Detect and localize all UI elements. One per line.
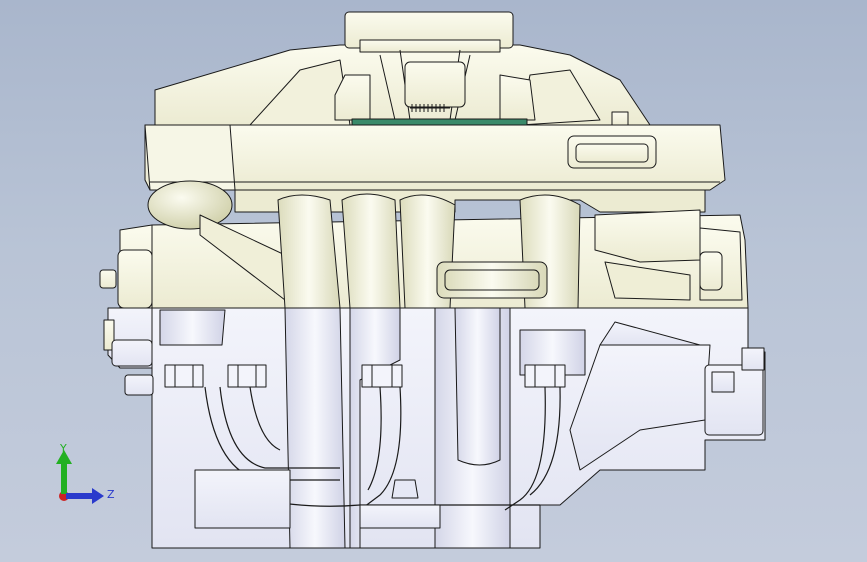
- bottom-flange: [194, 469, 291, 529]
- z-axis-arrow: [66, 488, 104, 504]
- cad-model[interactable]: [0, 0, 867, 562]
- graphics-viewport[interactable]: Y Z: [0, 0, 867, 562]
- y-axis-arrow: [56, 450, 72, 494]
- y-axis-label: Y: [59, 442, 67, 455]
- z-axis-label: Z: [107, 488, 115, 501]
- top-cover: [154, 11, 651, 126]
- fillet-ball: [147, 180, 233, 230]
- gasket-strip: [351, 118, 528, 126]
- orientation-triad: Y Z: [56, 442, 115, 504]
- pipes-upper: [277, 193, 581, 309]
